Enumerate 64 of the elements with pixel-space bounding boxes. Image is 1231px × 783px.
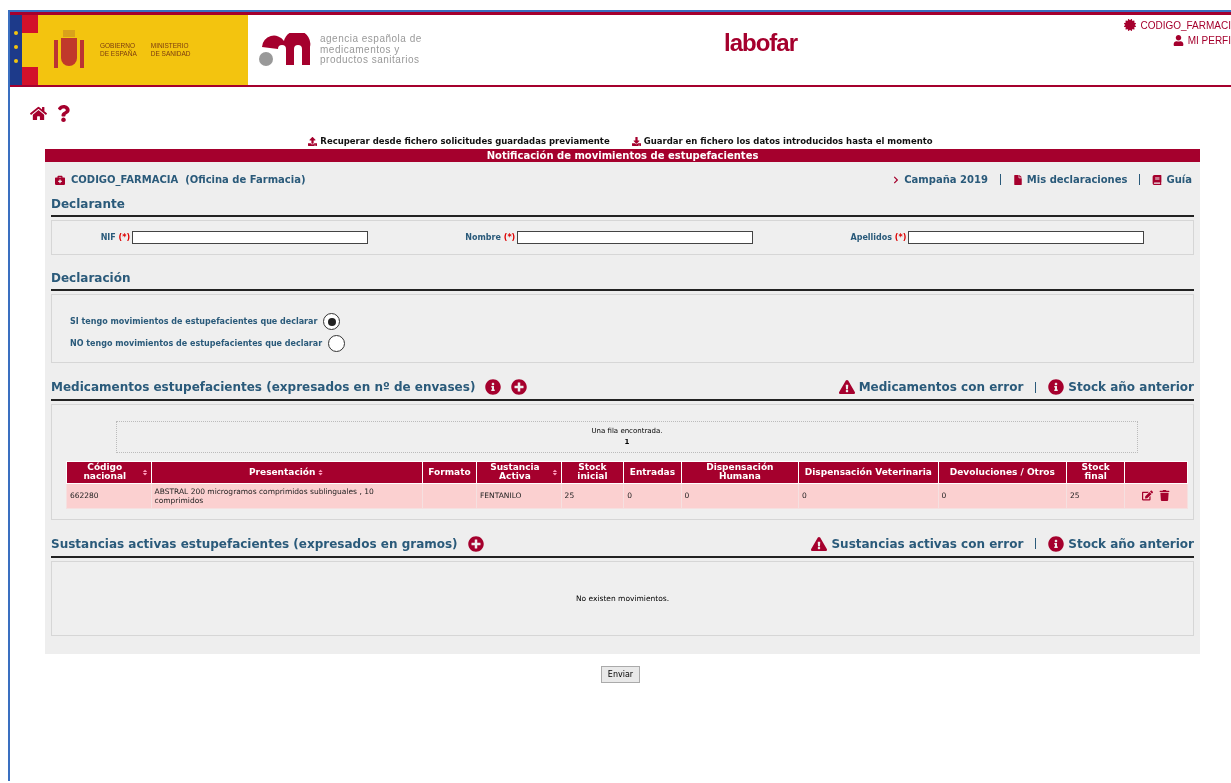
warning-icon xyxy=(811,535,828,552)
section-title: Declarante xyxy=(51,197,125,211)
column-header xyxy=(1124,461,1188,484)
column-header[interactable]: Stock final xyxy=(1066,461,1125,484)
add-icon[interactable] xyxy=(511,379,528,395)
pharmacy-icon xyxy=(55,174,65,185)
download-icon xyxy=(631,136,641,146)
document-icon xyxy=(1012,174,1023,185)
file-action-link[interactable]: Guardar en fichero los datos introducidos hasta el momento xyxy=(631,136,933,146)
chevron-icon xyxy=(892,175,901,184)
radio-label: NO tengo movimientos de estupefacientes que declarar xyxy=(70,339,323,348)
column-header[interactable]: Devoluciones / Otros xyxy=(938,461,1067,484)
app-logo: labofar xyxy=(724,29,797,58)
warning-icon xyxy=(838,379,855,395)
header-link[interactable]: Sustancias activas con error xyxy=(811,535,1024,552)
header-link[interactable]: Campaña 2019 xyxy=(892,174,988,185)
column-header[interactable]: Código nacional xyxy=(66,461,152,484)
column-header[interactable]: Stock inicial xyxy=(561,461,624,484)
column-header[interactable]: Dispensación Veterinaria xyxy=(798,461,939,484)
pharmacy-name: CODIGO_FARMACIA (Oficina de Farmacia) xyxy=(71,174,306,185)
home-icon[interactable] xyxy=(30,105,47,122)
add-icon[interactable] xyxy=(467,535,484,552)
info-icon xyxy=(1048,379,1065,395)
info-icon[interactable] xyxy=(485,379,502,395)
column-header[interactable]: Sustancia Activa xyxy=(476,461,562,484)
profile-link[interactable]: MI PERFI xyxy=(1172,35,1231,46)
edit-icon[interactable] xyxy=(1142,490,1154,502)
section-title: Medicamentos estupefacientes (expresados en nº de envases) xyxy=(51,380,476,394)
section-title: Sustancias activas estupefacientes (expresados en gramos) xyxy=(51,536,458,551)
info-icon xyxy=(1048,535,1065,552)
user-icon xyxy=(1172,35,1184,46)
sort-icon xyxy=(551,468,558,476)
input-field[interactable] xyxy=(132,231,369,244)
submit-button[interactable]: Enviar xyxy=(600,665,641,683)
header-link[interactable]: Guía xyxy=(1152,174,1192,185)
agency-logo-icon xyxy=(258,33,312,67)
help-icon[interactable] xyxy=(55,105,72,122)
column-header[interactable]: Formato xyxy=(422,461,477,484)
radio-button[interactable] xyxy=(323,313,341,330)
field-label: Nombre (*) xyxy=(465,233,516,242)
radio-label: SI tengo movimientos de estupefacientes que declarar xyxy=(70,317,318,326)
column-header[interactable]: Entradas xyxy=(623,461,682,484)
user-link[interactable]: CODIGO_FARMACI xyxy=(1124,19,1231,31)
field-label: Apellidos (*) xyxy=(850,233,907,242)
sort-icon xyxy=(317,468,325,476)
file-action-link[interactable]: Recuperar desde fichero solicitudes guardadas previamente xyxy=(308,136,610,146)
input-field[interactable] xyxy=(908,231,1145,244)
input-field[interactable] xyxy=(517,231,754,244)
agency-name: agencia española de medicamentos y productos sanitarios xyxy=(320,34,422,66)
sort-icon xyxy=(141,468,148,476)
upload-icon xyxy=(308,136,318,146)
header-link[interactable]: Mis declaraciones xyxy=(1012,174,1128,185)
header-link[interactable]: Medicamentos con error xyxy=(838,379,1024,395)
book-icon xyxy=(1152,174,1163,185)
field-label: NIF (*) xyxy=(100,233,131,242)
column-header[interactable]: Presentación xyxy=(151,461,423,484)
radio-button[interactable] xyxy=(328,335,346,352)
badge-icon xyxy=(1124,19,1137,31)
section-title: Declaración xyxy=(51,271,131,285)
header-link[interactable]: Stock año anterior xyxy=(1048,535,1194,552)
column-header[interactable]: Dispensación Humana xyxy=(681,461,799,484)
delete-icon[interactable] xyxy=(1159,490,1171,502)
panel-title: Notificación de movimientos de estupefacientes xyxy=(45,149,1200,162)
header-link[interactable]: Stock año anterior xyxy=(1048,379,1194,395)
